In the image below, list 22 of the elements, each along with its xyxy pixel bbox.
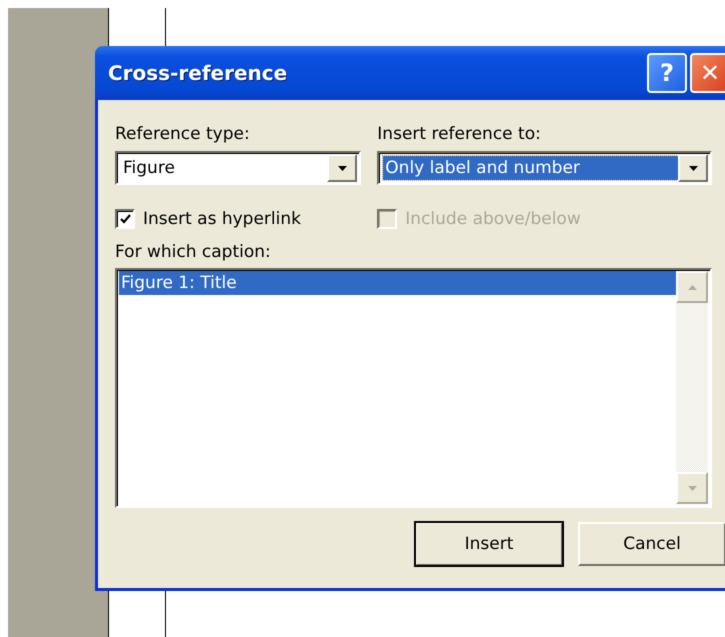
insert-button[interactable]: Insert	[415, 522, 563, 566]
caret-icon	[338, 166, 347, 170]
cancel-button[interactable]: Cancel	[578, 522, 725, 566]
field-label: Reference type:	[115, 123, 251, 145]
scroll-up-button[interactable]	[676, 271, 708, 303]
scroll-down-button[interactable]	[676, 472, 708, 504]
insert-reference-dropdown[interactable]: Only label and number	[377, 151, 712, 185]
scrollbar[interactable]	[676, 271, 708, 504]
check-icon	[120, 214, 130, 224]
field-label: Insert reference to:	[377, 123, 542, 145]
checkbox-label: Insert as hyperlink	[143, 209, 301, 229]
down-arrow-icon	[688, 486, 696, 490]
reference-type-dropdown[interactable]: Figure	[115, 151, 362, 185]
window-title: Cross-reference	[108, 61, 288, 85]
caret-icon	[688, 166, 698, 170]
up-arrow-icon	[688, 284, 696, 290]
checkbox[interactable]	[115, 209, 135, 229]
checkbox-label: Include above/below	[405, 209, 581, 229]
help-button[interactable]: ?	[647, 53, 687, 93]
close-button[interactable]: ✕	[690, 53, 725, 93]
list-item[interactable]: Figure 1: Title	[119, 271, 676, 295]
field-label: For which caption:	[115, 241, 272, 263]
